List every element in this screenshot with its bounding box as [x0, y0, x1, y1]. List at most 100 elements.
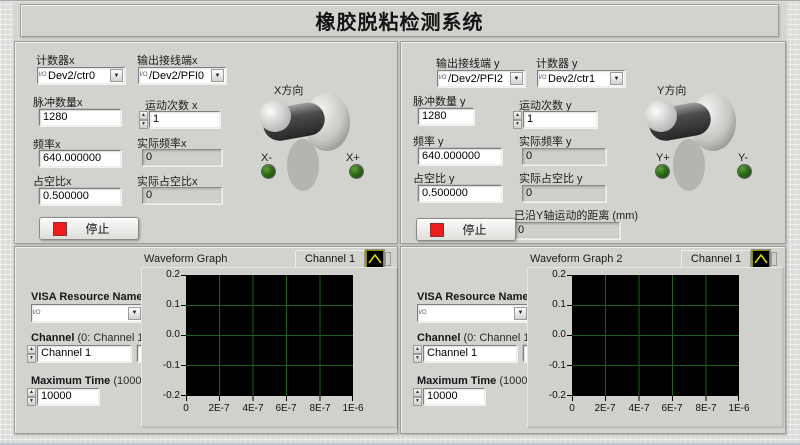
- graph2-legend-label[interactable]: Channel 1: [681, 250, 751, 268]
- y-tick: 0.0: [540, 329, 566, 341]
- spin-up-icon[interactable]: ▲: [513, 111, 522, 120]
- y-plus-led: [655, 164, 670, 179]
- dropdown-arrow-icon[interactable]: ▼: [128, 307, 141, 320]
- moves-x-input[interactable]: 1: [149, 111, 220, 128]
- channel2-value[interactable]: Channel 1: [423, 345, 517, 362]
- terminal-y-combo[interactable]: I/O /Dev2/PFI2 ▼: [437, 70, 525, 87]
- x-tick: 2E-7: [201, 403, 237, 415]
- maxtime1-input[interactable]: 10000: [37, 388, 99, 405]
- terminal-x-combo[interactable]: I/O /Dev2/PFI0 ▼: [138, 67, 226, 84]
- counter-x-value: Dev2/ctr0: [47, 70, 110, 82]
- spin-up-icon[interactable]: ▲: [27, 388, 36, 397]
- terminal-y-label: 输出接线端 y: [436, 58, 500, 70]
- pulses-x-input[interactable]: 1280: [39, 109, 121, 126]
- visa2-combo[interactable]: I/O ▼: [417, 304, 529, 322]
- channel2-ring[interactable]: ▲▼ Channel 1: [413, 345, 517, 362]
- y-distance-label: 已沿Y轴运动的距离 (mm): [514, 210, 638, 222]
- moves-x-stepper[interactable]: ▲▼ 1: [139, 111, 220, 128]
- freq-y-input[interactable]: 640.000000: [418, 148, 502, 165]
- stop-x-button[interactable]: 停止: [39, 217, 139, 240]
- x-tick: 2E-7: [587, 403, 623, 415]
- x-tick: 8E-7: [302, 403, 338, 415]
- dropdown-arrow-icon[interactable]: ▼: [514, 307, 527, 320]
- duty-y-label: 占空比 y: [413, 173, 455, 185]
- pulses-x-label: 脉冲数量x: [33, 97, 83, 109]
- freq-x-input[interactable]: 640.000000: [39, 150, 121, 167]
- actual-duty-y-indicator: 0: [522, 185, 606, 202]
- spin-down-icon[interactable]: ▼: [27, 354, 36, 363]
- spin-up-icon[interactable]: ▲: [27, 345, 36, 354]
- dropdown-arrow-icon[interactable]: ▼: [110, 69, 123, 82]
- moves-y-input[interactable]: 1: [523, 111, 597, 128]
- spin-up-icon[interactable]: ▲: [413, 388, 422, 397]
- stop-y-button[interactable]: 停止: [416, 218, 516, 241]
- y-plus-label: Y+: [656, 152, 670, 164]
- spin-up-icon[interactable]: ▲: [413, 345, 422, 354]
- counter-x-label: 计数器x: [36, 55, 75, 67]
- x-tick: 8E-7: [688, 403, 724, 415]
- io-icon: I/O: [438, 76, 447, 81]
- y-axis-control-panel: 输出接线端 y I/O /Dev2/PFI2 ▼ 计数器 y I/O Dev2/…: [400, 41, 786, 244]
- y-tick: 0.0: [154, 329, 180, 341]
- maxtime2-input[interactable]: 10000: [423, 388, 485, 405]
- spin-down-icon[interactable]: ▼: [413, 354, 422, 363]
- y-minus-label: Y-: [738, 152, 748, 164]
- maxtime2-stepper[interactable]: ▲▼ 10000: [413, 388, 485, 405]
- x-plus-label: X+: [346, 152, 360, 164]
- x-tick: 1E-6: [335, 403, 371, 415]
- counter-x-combo[interactable]: I/O Dev2/ctr0 ▼: [37, 67, 125, 84]
- counter-y-label: 计数器 y: [536, 58, 578, 70]
- x-minus-label: X-: [261, 152, 272, 164]
- graph2-plot[interactable]: [567, 275, 739, 402]
- y-tick: 0.1: [154, 299, 180, 311]
- window-top-edge: [0, 0, 800, 1]
- io-icon: I/O: [139, 73, 148, 78]
- x-tick: 6E-7: [654, 403, 690, 415]
- channel1-ring[interactable]: ▲▼ Channel 1: [27, 345, 131, 362]
- visa1-combo[interactable]: I/O ▼: [31, 304, 143, 322]
- spin-up-icon[interactable]: ▲: [139, 111, 148, 120]
- moves-y-stepper[interactable]: ▲▼ 1: [513, 111, 597, 128]
- counter-y-combo[interactable]: I/O Dev2/ctr1 ▼: [537, 70, 625, 87]
- terminal-x-value: /Dev2/PFI0: [148, 70, 211, 82]
- x-tick: 1E-6: [721, 403, 757, 415]
- dropdown-arrow-icon[interactable]: ▼: [510, 72, 523, 85]
- graph1-legend-label[interactable]: Channel 1: [295, 250, 365, 268]
- visa1-label: VISA Resource Name: [31, 291, 142, 303]
- daq2-panel: VISA Resource Name 2 I/O ▼ Channel (0: C…: [400, 246, 786, 434]
- graph2-legend-line-icon[interactable]: [752, 250, 770, 268]
- duty-y-input[interactable]: 0.500000: [418, 185, 502, 202]
- pulses-y-label: 脉冲数量 y: [413, 96, 466, 108]
- maxtime1-stepper[interactable]: ▲▼ 10000: [27, 388, 99, 405]
- duty-x-input[interactable]: 0.500000: [39, 188, 121, 205]
- spin-down-icon[interactable]: ▼: [139, 120, 148, 129]
- x-tick: 4E-7: [235, 403, 271, 415]
- graph1-legend-line-icon[interactable]: [366, 250, 384, 268]
- stop-square-icon: [53, 222, 67, 236]
- actual-freq-x-indicator: 0: [142, 149, 222, 166]
- x-minus-led: [261, 164, 276, 179]
- y-tick: -0.1: [540, 360, 566, 372]
- x-tick: 4E-7: [621, 403, 657, 415]
- stop-y-label: 停止: [444, 221, 505, 238]
- x-tick: 6E-7: [268, 403, 304, 415]
- y-minus-led: [737, 164, 752, 179]
- spin-down-icon[interactable]: ▼: [27, 397, 36, 406]
- y-tick: 0.1: [540, 299, 566, 311]
- terminal-x-label: 输出接线端x: [137, 55, 198, 67]
- io-icon: I/O: [538, 76, 547, 81]
- spin-down-icon[interactable]: ▼: [513, 120, 522, 129]
- freq-y-label: 频率 y: [413, 136, 444, 148]
- pulses-y-input[interactable]: 1280: [418, 108, 474, 125]
- graph1-plot[interactable]: [181, 275, 353, 402]
- dropdown-arrow-icon[interactable]: ▼: [610, 72, 623, 85]
- spin-down-icon[interactable]: ▼: [413, 397, 422, 406]
- graph2-legend-tail: [771, 252, 777, 266]
- dropdown-arrow-icon[interactable]: ▼: [211, 69, 224, 82]
- counter-y-value: Dev2/ctr1: [547, 73, 610, 85]
- y-tick: -0.1: [154, 360, 180, 372]
- daq1-panel: VISA Resource Name I/O ▼ Channel (0: Cha…: [14, 246, 398, 434]
- x-axis-control-panel: 计数器x I/O Dev2/ctr0 ▼ 输出接线端x I/O /Dev2/PF…: [14, 41, 398, 244]
- x-plus-led: [349, 164, 364, 179]
- channel1-value[interactable]: Channel 1: [37, 345, 131, 362]
